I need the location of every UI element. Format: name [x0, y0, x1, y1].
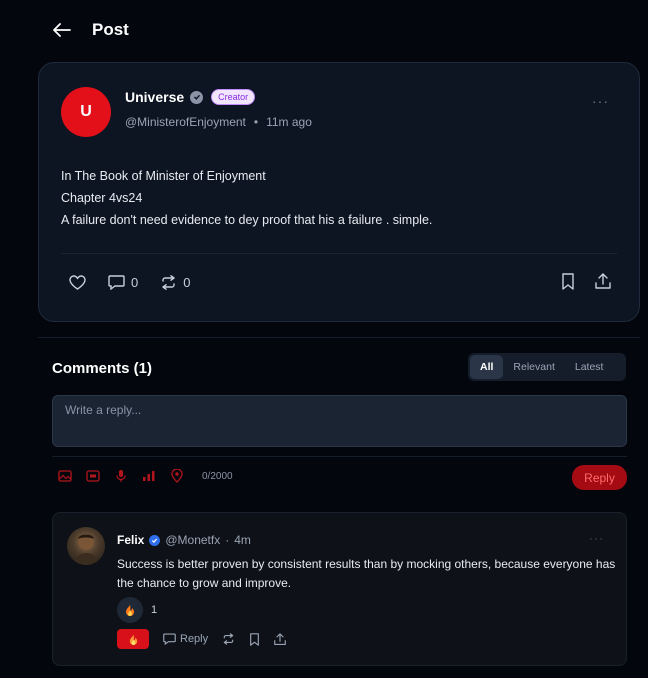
fire-react-button[interactable] [117, 629, 149, 649]
char-count: 0/2000 [202, 470, 233, 482]
microphone-icon[interactable] [114, 469, 128, 483]
commenter-avatar[interactable] [67, 527, 105, 565]
author-avatar[interactable]: U [61, 87, 111, 137]
poll-icon[interactable] [142, 469, 156, 483]
post-meta: @MinisterofEnjoyment • 11m ago [125, 115, 312, 129]
gif-icon[interactable] [86, 469, 100, 483]
fire-reaction[interactable] [117, 597, 143, 623]
tab-all[interactable]: All [470, 355, 504, 379]
reaction-row: 1 [117, 597, 157, 623]
like-button[interactable] [69, 275, 86, 290]
back-arrow-icon[interactable] [50, 18, 74, 42]
comment-card: Felix @Monetfx · 4m ··· Success is bette… [52, 512, 627, 666]
fire-icon [126, 604, 134, 616]
tab-latest[interactable]: Latest [565, 355, 614, 379]
author-name[interactable]: Universe [125, 89, 184, 105]
creator-badge: Creator [211, 89, 256, 105]
location-icon[interactable] [170, 469, 184, 483]
verified-icon [190, 90, 204, 104]
post-time: 11m ago [266, 115, 312, 129]
section-divider [38, 337, 640, 338]
post-actions-right [561, 273, 611, 290]
comment-author-row: Felix @Monetfx · 4m [117, 533, 251, 547]
divider [52, 456, 627, 457]
comment-handle[interactable]: @Monetfx [165, 533, 220, 547]
comment-icon [163, 633, 176, 645]
divider [61, 253, 617, 254]
reaction-count: 1 [151, 604, 158, 616]
heart-icon [69, 275, 86, 290]
reply-label: Reply [180, 633, 209, 645]
post-line: A failure don't need evidence to dey pro… [61, 213, 433, 227]
tab-relevant[interactable]: Relevant [503, 355, 564, 379]
post-card: U Universe Creator @MinisterofEnjoyment … [38, 62, 640, 322]
share-icon[interactable] [274, 632, 286, 646]
comment-button[interactable]: 0 [108, 275, 138, 290]
comments-title: Comments (1) [52, 360, 153, 377]
reply-toolbar: 0/2000 [58, 469, 233, 483]
repost-icon[interactable] [222, 633, 235, 645]
comment-actions: Reply [117, 629, 286, 649]
more-options-icon[interactable]: ··· [592, 93, 609, 109]
comment-reply-button[interactable]: Reply [163, 633, 208, 645]
reply-input[interactable] [53, 396, 626, 446]
comment-author[interactable]: Felix [117, 533, 144, 547]
comment-time: 4m [234, 533, 251, 547]
reply-box [52, 395, 627, 447]
author-row: Universe Creator [125, 89, 256, 105]
repost-icon [162, 275, 175, 290]
bookmark-icon[interactable] [249, 632, 260, 646]
share-icon[interactable] [595, 273, 611, 290]
more-options-icon[interactable]: ··· [589, 531, 604, 545]
comment-count: 0 [131, 275, 139, 290]
page-header: Post [0, 0, 648, 60]
meta-separator: · [225, 533, 230, 547]
post-line: Chapter 4vs24 [61, 191, 143, 205]
post-body: In The Book of Minister of Enjoyment Cha… [61, 165, 432, 231]
author-handle[interactable]: @MinisterofEnjoyment [125, 115, 246, 129]
post-line: In The Book of Minister of Enjoyment [61, 169, 266, 183]
image-icon[interactable] [58, 469, 72, 483]
repost-count: 0 [183, 275, 191, 290]
comment-sort-tabs: All Relevant Latest [468, 353, 626, 381]
verified-icon [149, 534, 161, 546]
reply-button[interactable]: Reply [572, 465, 627, 490]
fire-icon [129, 633, 137, 645]
comment-icon [108, 275, 125, 290]
meta-separator: • [253, 115, 259, 129]
page-title: Post [92, 20, 129, 39]
repost-button[interactable]: 0 [160, 275, 190, 290]
bookmark-icon[interactable] [561, 273, 575, 290]
post-actions: 0 0 [69, 275, 190, 290]
comment-text: Success is better proven by consistent r… [117, 557, 616, 590]
